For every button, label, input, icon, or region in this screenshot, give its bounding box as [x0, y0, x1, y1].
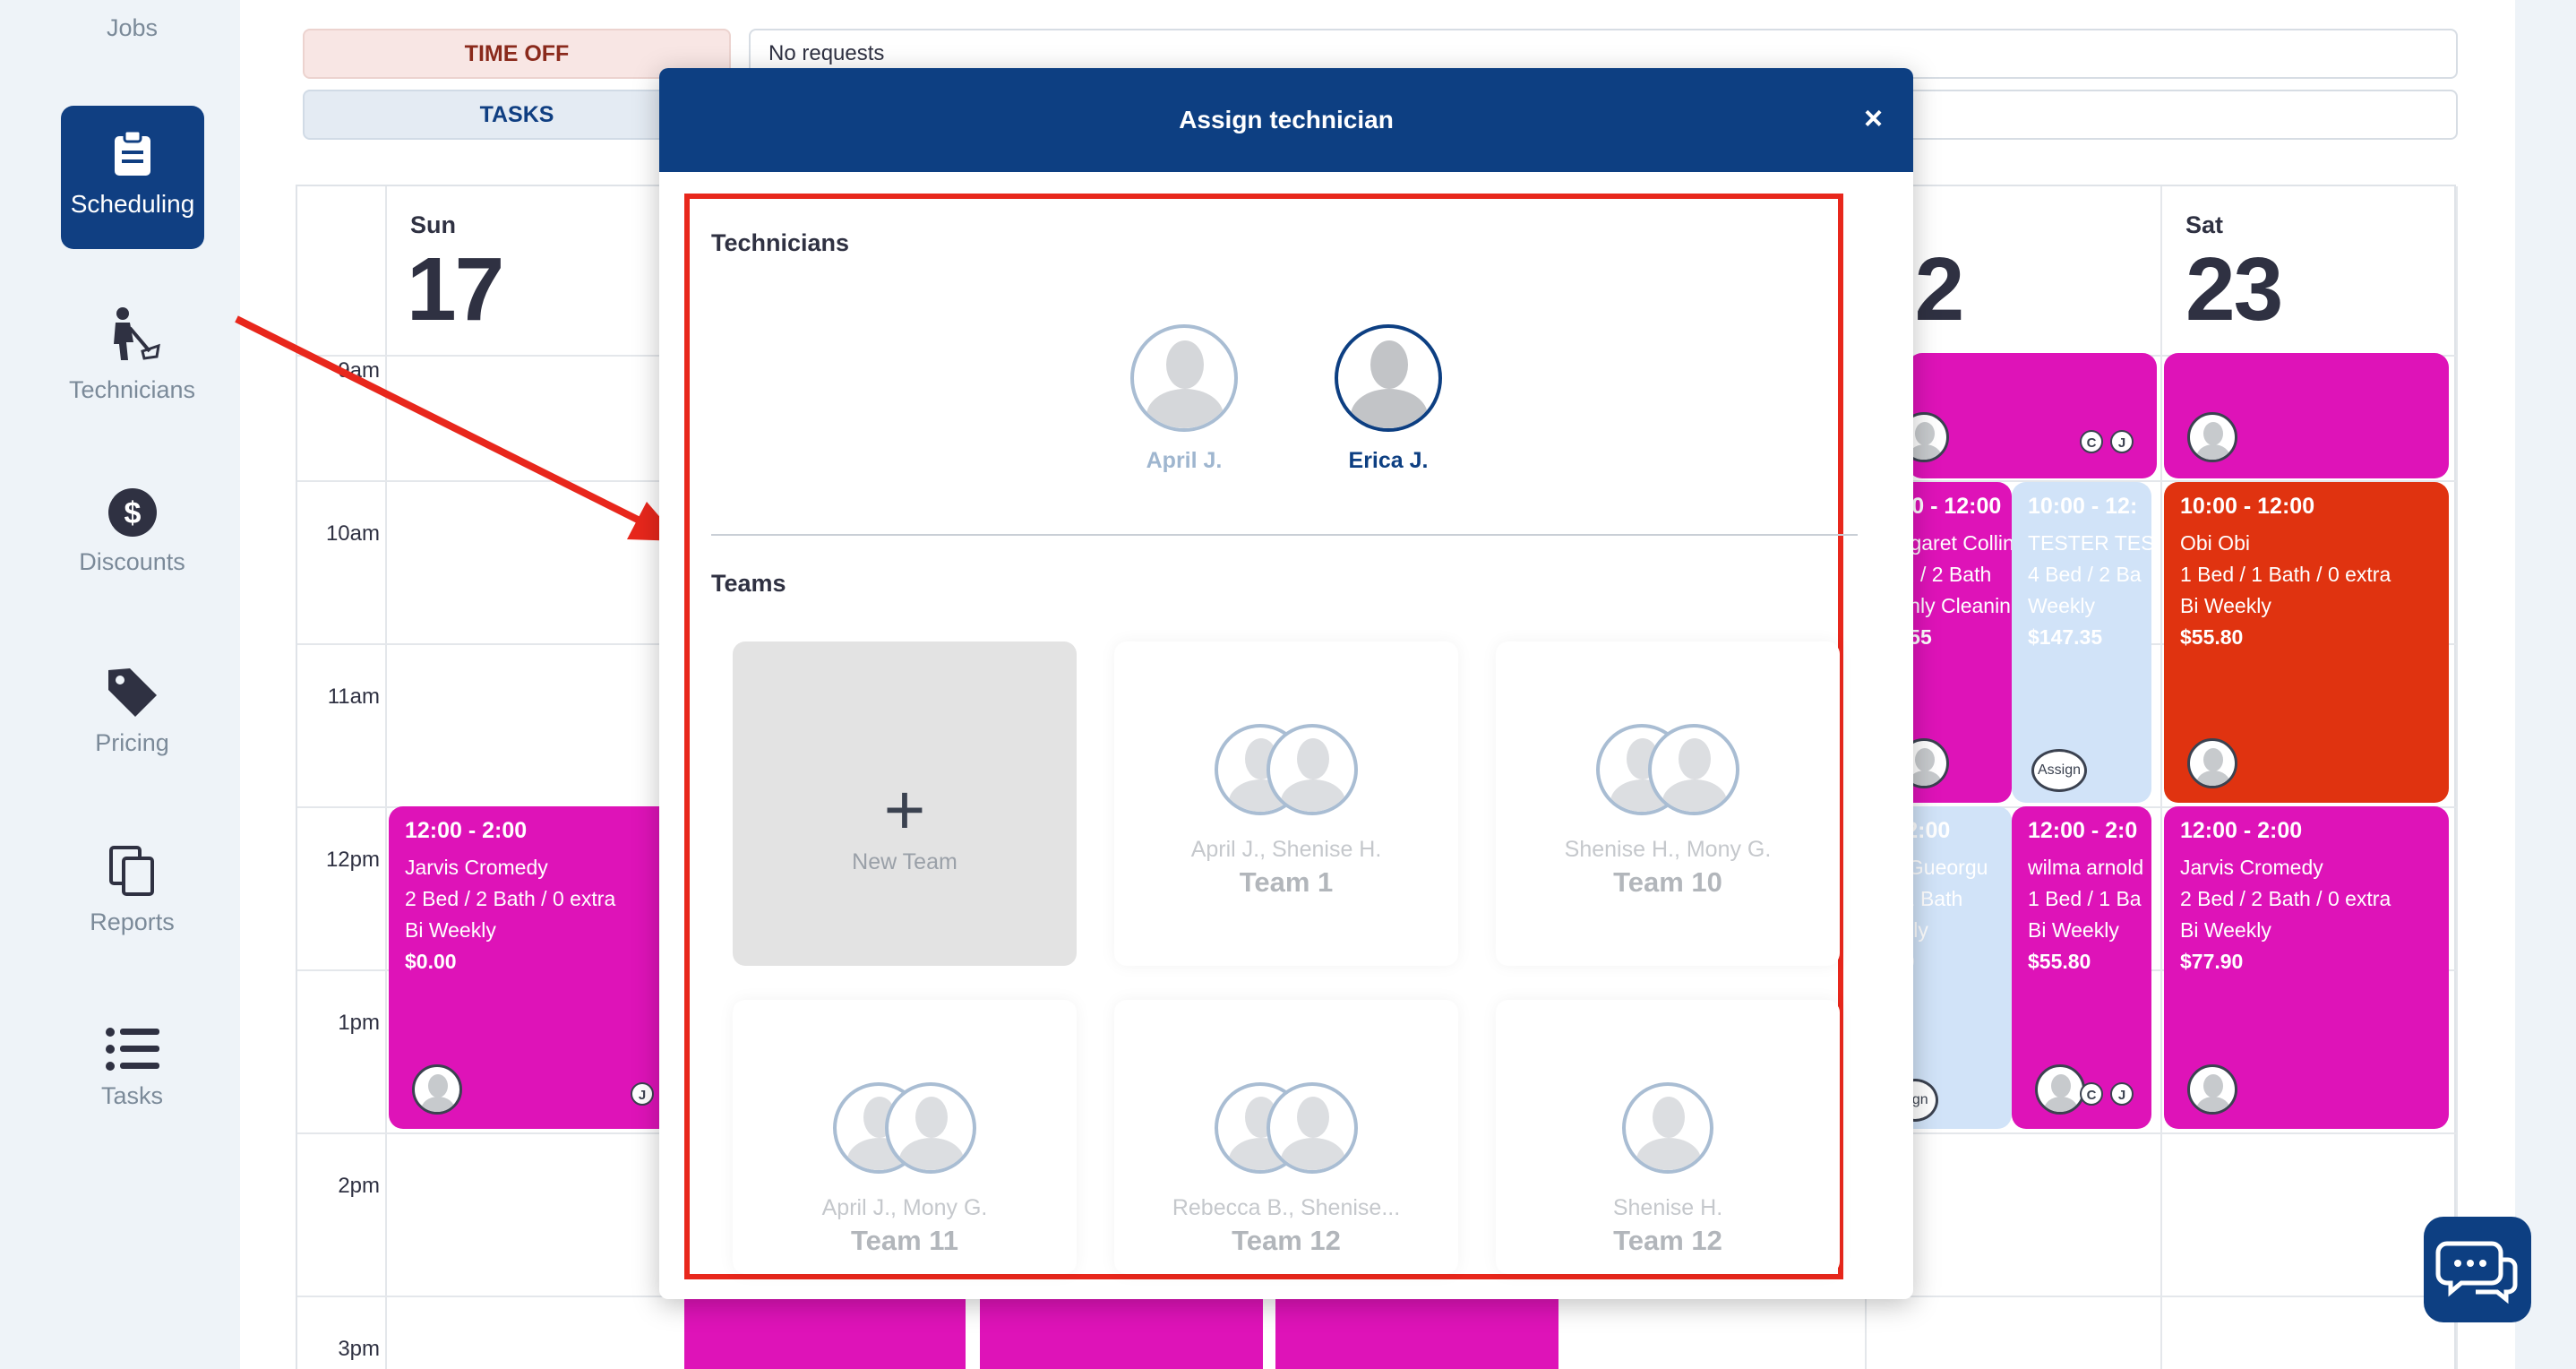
team-card[interactable]: April J., Shenise H. Team 1 — [1114, 641, 1458, 966]
close-icon[interactable]: × — [1864, 100, 1883, 136]
teams-heading: Teams — [711, 570, 786, 597]
divider — [711, 534, 1858, 536]
team-members: Shenise H., Mony G. — [1564, 837, 1772, 862]
team-members: April J., Shenise H. — [1190, 837, 1382, 862]
team-members: Rebecca B., Shenise... — [1172, 1195, 1401, 1220]
technician-avatar — [1130, 324, 1238, 432]
team-name: Team 10 — [1613, 866, 1722, 898]
chat-widget-button[interactable] — [2424, 1217, 2531, 1322]
modal-header: Assign technician — [659, 68, 1913, 172]
plus-icon: + — [883, 770, 926, 849]
team-name: Team 1 — [1239, 866, 1334, 898]
technician-name: Erica J. — [1348, 448, 1429, 473]
team-card[interactable]: Shenise H., Mony G. Team 10 — [1496, 641, 1840, 966]
team-member-avatar — [885, 1082, 976, 1174]
modal-title: Assign technician — [1179, 106, 1394, 133]
technician-name: April J. — [1146, 448, 1223, 473]
team-card[interactable]: Rebecca B., Shenise... Team 12 — [1114, 1000, 1458, 1274]
team-member-avatar — [1267, 1082, 1358, 1174]
team-card[interactable]: Shenise H. Team 12 — [1496, 1000, 1840, 1274]
technicians-heading: Technicians — [711, 229, 850, 256]
team-name: Team 12 — [1613, 1225, 1722, 1256]
chat-bubble-icon — [2435, 1241, 2518, 1304]
technician-erica[interactable]: Erica J. — [1317, 324, 1460, 474]
team-member-avatar — [1267, 724, 1358, 815]
new-team-button[interactable]: + New Team — [733, 641, 1077, 966]
team-name: Team 11 — [850, 1225, 959, 1256]
team-member-avatar — [1622, 1082, 1713, 1174]
new-team-label: New Team — [852, 849, 957, 874]
team-members: April J., Mony G. — [821, 1195, 988, 1220]
technician-april[interactable]: April J. — [1112, 324, 1256, 474]
team-member-avatar — [1648, 724, 1739, 815]
team-card[interactable]: April J., Mony G. Team 11 — [733, 1000, 1077, 1274]
team-name: Team 12 — [1232, 1225, 1341, 1256]
team-members: Shenise H. — [1612, 1195, 1723, 1220]
technician-avatar — [1335, 324, 1442, 432]
